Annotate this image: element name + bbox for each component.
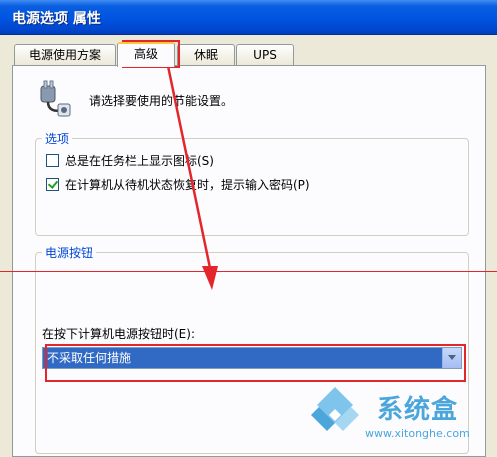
watermark-url: www.xitonghe.com <box>365 427 470 440</box>
watermark-logo-icon <box>311 387 359 431</box>
watermark: 系统盒 www.xitonghe.com <box>305 385 495 445</box>
tab-advanced[interactable]: 高级 <box>117 42 175 67</box>
annotation-arrow-icon <box>166 65 218 290</box>
watermark-brand: 系统盒 <box>377 395 459 425</box>
